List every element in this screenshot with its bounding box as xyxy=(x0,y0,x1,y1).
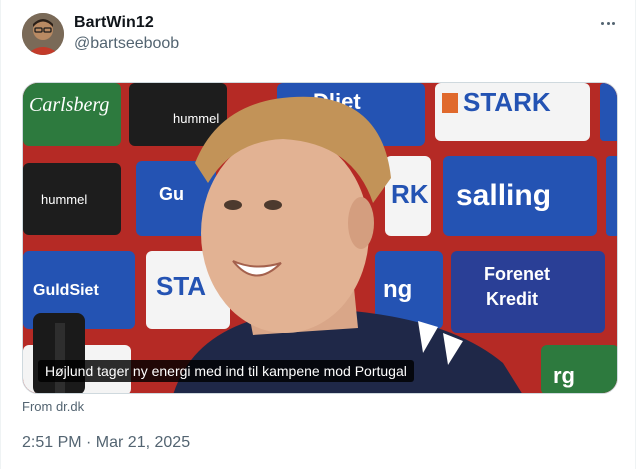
source-link[interactable]: From dr.dk xyxy=(22,399,84,414)
svg-text:ng: ng xyxy=(383,276,412,303)
svg-text:Forenet: Forenet xyxy=(484,264,550,284)
avatar-image xyxy=(22,13,64,55)
author-display-name[interactable]: BartWin12 xyxy=(74,14,154,32)
svg-text:Carlsberg: Carlsberg xyxy=(29,94,109,116)
svg-text:RK: RK xyxy=(391,179,429,209)
video-thumbnail: STARK salling Forenet Kredit hummel humm… xyxy=(23,83,617,393)
svg-text:Gu: Gu xyxy=(159,184,184,204)
svg-text:hummel: hummel xyxy=(41,192,87,207)
more-options-button[interactable] xyxy=(597,14,619,32)
svg-text:STA: STA xyxy=(156,271,206,301)
svg-text:GuldSiet: GuldSiet xyxy=(33,282,99,299)
media-video[interactable]: STARK salling Forenet Kredit hummel humm… xyxy=(22,82,618,394)
author-handle[interactable]: @bartseeboob xyxy=(74,35,179,53)
svg-text:STARK: STARK xyxy=(463,87,551,117)
tweet-card: BartWin12 @bartseeboob STARK salling For… xyxy=(0,0,636,469)
svg-text:Kredit: Kredit xyxy=(486,289,538,309)
tweet-timestamp[interactable]: 2:51 PM · Mar 21, 2025 xyxy=(22,434,190,452)
avatar[interactable] xyxy=(22,13,64,55)
svg-text:salling: salling xyxy=(456,179,551,212)
video-caption: Højlund tager ny energi med ind til kamp… xyxy=(38,360,414,382)
more-horizontal-icon xyxy=(601,21,605,25)
svg-text:hummel: hummel xyxy=(173,111,219,126)
svg-text:rg: rg xyxy=(553,363,575,388)
